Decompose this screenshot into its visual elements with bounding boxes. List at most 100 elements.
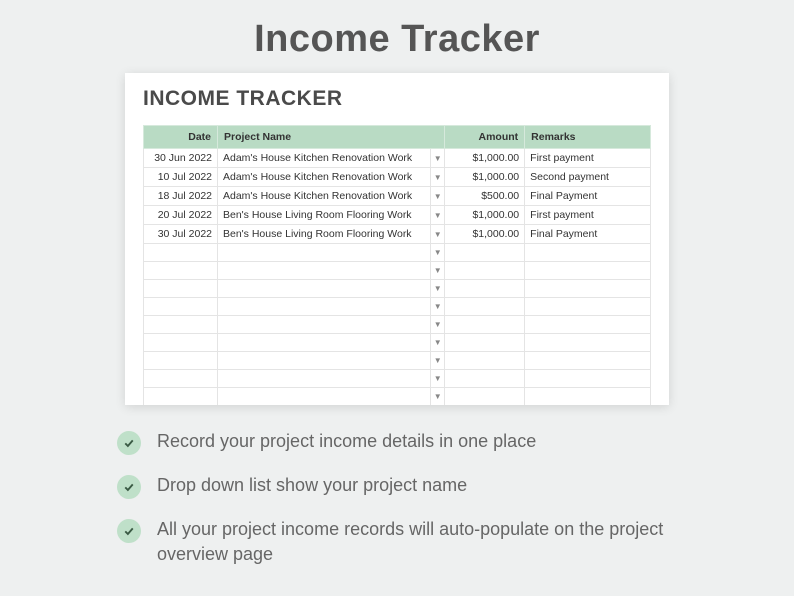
- cell-remarks[interactable]: [525, 280, 651, 298]
- check-icon: [117, 475, 141, 499]
- col-header-date: Date: [144, 126, 218, 149]
- page-title: Income Tracker: [0, 0, 794, 73]
- table-row: ▼: [144, 298, 651, 316]
- cell-amount[interactable]: $500.00: [445, 187, 525, 206]
- cell-project[interactable]: [218, 388, 431, 406]
- feature-list: Record your project income details in on…: [117, 429, 677, 567]
- dropdown-toggle[interactable]: ▼: [431, 352, 445, 370]
- cell-project[interactable]: [218, 370, 431, 388]
- cell-date[interactable]: [144, 370, 218, 388]
- cell-date[interactable]: 20 Jul 2022: [144, 206, 218, 225]
- cell-date[interactable]: [144, 280, 218, 298]
- dropdown-toggle[interactable]: ▼: [431, 388, 445, 406]
- cell-amount[interactable]: $1,000.00: [445, 149, 525, 168]
- cell-date[interactable]: [144, 334, 218, 352]
- chevron-down-icon: ▼: [431, 298, 444, 315]
- dropdown-toggle[interactable]: ▼: [431, 244, 445, 262]
- table-row: ▼: [144, 370, 651, 388]
- cell-date[interactable]: [144, 388, 218, 406]
- cell-date[interactable]: 10 Jul 2022: [144, 168, 218, 187]
- cell-project[interactable]: Adam's House Kitchen Renovation Work: [218, 149, 431, 168]
- cell-project[interactable]: Ben's House Living Room Flooring Work: [218, 206, 431, 225]
- cell-remarks[interactable]: Final Payment: [525, 187, 651, 206]
- dropdown-toggle[interactable]: ▼: [431, 262, 445, 280]
- cell-amount[interactable]: [445, 334, 525, 352]
- dropdown-toggle[interactable]: ▼: [431, 280, 445, 298]
- table-row: 10 Jul 2022Adam's House Kitchen Renovati…: [144, 168, 651, 187]
- cell-project[interactable]: [218, 334, 431, 352]
- dropdown-toggle[interactable]: ▼: [431, 187, 445, 206]
- cell-amount[interactable]: [445, 316, 525, 334]
- cell-project[interactable]: Adam's House Kitchen Renovation Work: [218, 168, 431, 187]
- cell-remarks[interactable]: [525, 298, 651, 316]
- feature-text: All your project income records will aut…: [157, 517, 677, 567]
- cell-project[interactable]: [218, 316, 431, 334]
- col-header-project: Project Name: [218, 126, 445, 149]
- chevron-down-icon: ▼: [431, 280, 444, 297]
- cell-amount[interactable]: [445, 262, 525, 280]
- cell-date[interactable]: 18 Jul 2022: [144, 187, 218, 206]
- cell-remarks[interactable]: [525, 316, 651, 334]
- table-row: 30 Jun 2022Adam's House Kitchen Renovati…: [144, 149, 651, 168]
- chevron-down-icon: ▼: [431, 206, 444, 224]
- cell-project[interactable]: [218, 280, 431, 298]
- table-row: 18 Jul 2022Adam's House Kitchen Renovati…: [144, 187, 651, 206]
- cell-remarks[interactable]: [525, 244, 651, 262]
- col-header-amount: Amount: [445, 126, 525, 149]
- cell-date[interactable]: 30 Jul 2022: [144, 225, 218, 244]
- cell-remarks[interactable]: [525, 388, 651, 406]
- table-row: 30 Jul 2022Ben's House Living Room Floor…: [144, 225, 651, 244]
- check-icon: [117, 431, 141, 455]
- cell-project[interactable]: [218, 298, 431, 316]
- cell-amount[interactable]: [445, 352, 525, 370]
- spreadsheet-preview: INCOME TRACKER Date Project Name Amount …: [125, 73, 669, 405]
- chevron-down-icon: ▼: [431, 262, 444, 279]
- cell-amount[interactable]: $1,000.00: [445, 225, 525, 244]
- cell-remarks[interactable]: [525, 334, 651, 352]
- cell-amount[interactable]: [445, 388, 525, 406]
- dropdown-toggle[interactable]: ▼: [431, 168, 445, 187]
- chevron-down-icon: ▼: [431, 334, 444, 351]
- cell-project[interactable]: [218, 352, 431, 370]
- feature-text: Record your project income details in on…: [157, 429, 536, 454]
- chevron-down-icon: ▼: [431, 316, 444, 333]
- cell-remarks[interactable]: First payment: [525, 149, 651, 168]
- cell-date[interactable]: [144, 262, 218, 280]
- dropdown-toggle[interactable]: ▼: [431, 370, 445, 388]
- cell-amount[interactable]: $1,000.00: [445, 206, 525, 225]
- dropdown-toggle[interactable]: ▼: [431, 298, 445, 316]
- cell-project[interactable]: Ben's House Living Room Flooring Work: [218, 225, 431, 244]
- cell-remarks[interactable]: [525, 370, 651, 388]
- cell-remarks[interactable]: Second payment: [525, 168, 651, 187]
- table-row: ▼: [144, 280, 651, 298]
- table-row: ▼: [144, 244, 651, 262]
- cell-amount[interactable]: $1,000.00: [445, 168, 525, 187]
- cell-project[interactable]: Adam's House Kitchen Renovation Work: [218, 187, 431, 206]
- chevron-down-icon: ▼: [431, 187, 444, 205]
- cell-date[interactable]: 30 Jun 2022: [144, 149, 218, 168]
- cell-remarks[interactable]: Final Payment: [525, 225, 651, 244]
- cell-remarks[interactable]: [525, 352, 651, 370]
- cell-date[interactable]: [144, 316, 218, 334]
- cell-amount[interactable]: [445, 280, 525, 298]
- dropdown-toggle[interactable]: ▼: [431, 316, 445, 334]
- cell-date[interactable]: [144, 298, 218, 316]
- cell-date[interactable]: [144, 244, 218, 262]
- dropdown-toggle[interactable]: ▼: [431, 225, 445, 244]
- cell-project[interactable]: [218, 262, 431, 280]
- dropdown-toggle[interactable]: ▼: [431, 149, 445, 168]
- dropdown-toggle[interactable]: ▼: [431, 334, 445, 352]
- chevron-down-icon: ▼: [431, 370, 444, 387]
- cell-remarks[interactable]: First payment: [525, 206, 651, 225]
- dropdown-toggle[interactable]: ▼: [431, 206, 445, 225]
- table-row: ▼: [144, 316, 651, 334]
- cell-amount[interactable]: [445, 298, 525, 316]
- cell-date[interactable]: [144, 352, 218, 370]
- feature-item: Drop down list show your project name: [117, 473, 677, 499]
- cell-remarks[interactable]: [525, 262, 651, 280]
- chevron-down-icon: ▼: [431, 388, 444, 405]
- cell-amount[interactable]: [445, 244, 525, 262]
- cell-amount[interactable]: [445, 370, 525, 388]
- cell-project[interactable]: [218, 244, 431, 262]
- check-icon: [117, 519, 141, 543]
